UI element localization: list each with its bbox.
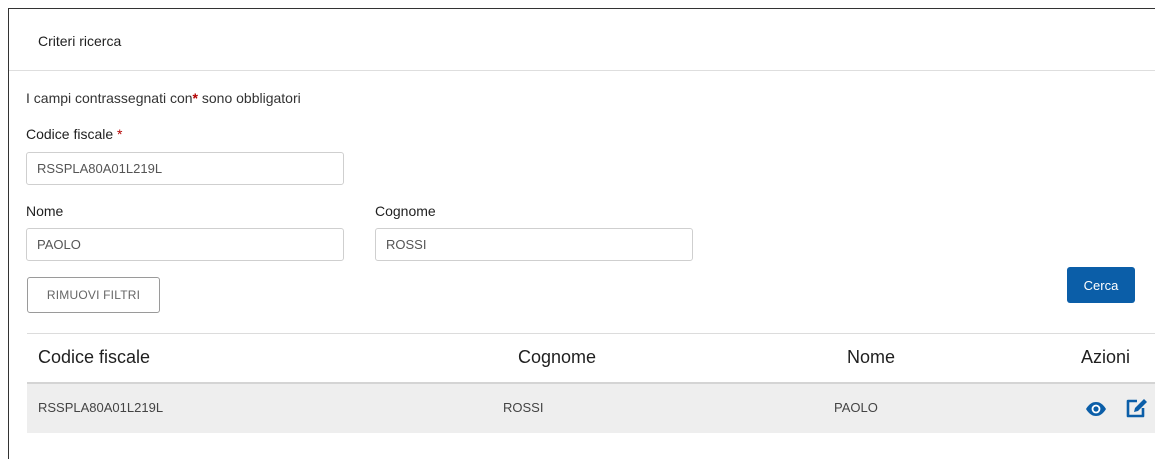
required-fields-note: I campi contrassegnati con* sono obbliga… <box>26 90 301 106</box>
reset-filters-button[interactable]: RIMUOVI FILTRI <box>27 277 160 313</box>
column-header-codice-fiscale: Codice fiscale <box>38 347 151 367</box>
nome-label: Nome <box>26 203 64 219</box>
search-button[interactable]: Cerca <box>1067 267 1135 303</box>
eye-icon[interactable] <box>1085 401 1107 422</box>
required-note-text: I campi contrassegnati con <box>26 90 193 106</box>
cognome-input[interactable]: ROSSI <box>375 228 693 261</box>
cell-nome: PAOLO <box>834 400 878 415</box>
panel-title: Criteri ricerca <box>38 33 122 49</box>
column-header-azioni: Azioni <box>1081 347 1131 367</box>
table-row <box>27 384 1155 433</box>
codice-fiscale-required-star: * <box>117 126 123 142</box>
divider <box>27 333 1155 334</box>
cell-codice-fiscale: RSSPLA80A01L219L <box>38 400 164 415</box>
column-header-nome: Nome <box>847 347 896 367</box>
nome-input[interactable]: PAOLO <box>26 228 344 261</box>
cognome-label: Cognome <box>375 203 436 219</box>
codice-fiscale-label: Codice fiscale * <box>26 126 123 142</box>
divider <box>9 70 1155 71</box>
edit-icon[interactable] <box>1125 398 1149 424</box>
column-header-cognome: Cognome <box>518 347 597 367</box>
cell-cognome: ROSSI <box>503 400 544 415</box>
codice-fiscale-label-text: Codice fiscale <box>26 126 114 142</box>
codice-fiscale-input[interactable]: RSSPLA80A01L219L <box>26 152 344 185</box>
required-note-suffix: sono obbligatori <box>197 90 301 106</box>
